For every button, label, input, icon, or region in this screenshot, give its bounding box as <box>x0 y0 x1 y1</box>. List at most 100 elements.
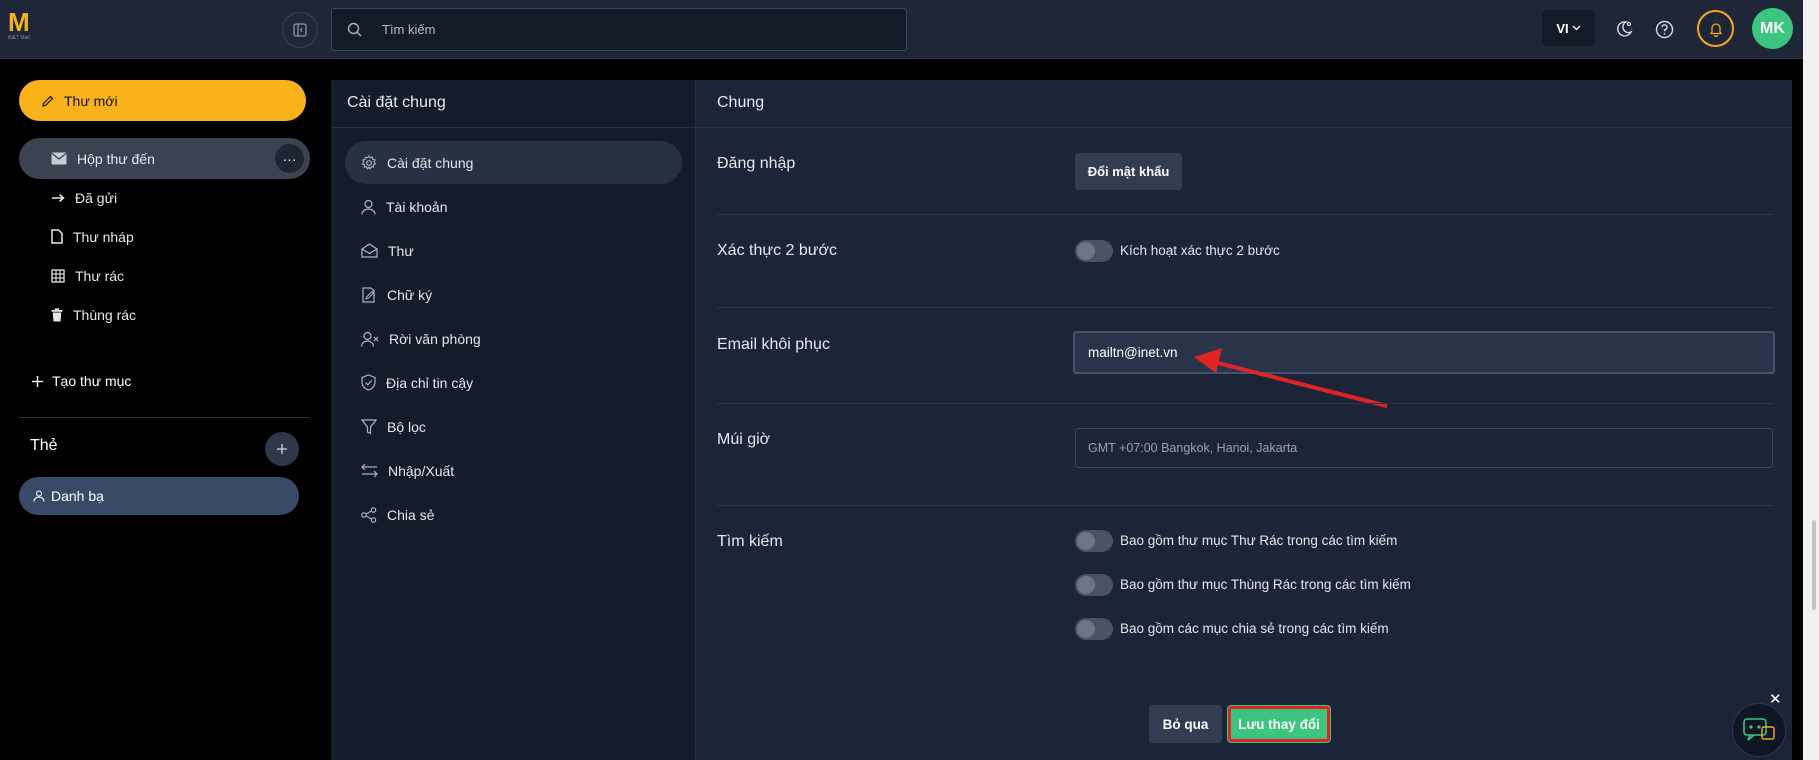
two-factor-toggle-label: Kích hoạt xác thực 2 bước <box>1120 243 1280 258</box>
login-label: Đăng nhập <box>717 155 796 172</box>
nav-item-label: Thư nháp <box>73 228 134 245</box>
row-divider <box>717 505 1773 506</box>
recovery-email-input[interactable] <box>1073 331 1775 374</box>
logo-subtext: iNET Mail <box>8 35 30 41</box>
user-icon <box>361 199 376 215</box>
app-logo[interactable]: M iNET Mail <box>8 9 38 43</box>
change-password-button[interactable]: Đổi mật khẩu <box>1075 153 1182 190</box>
timezone-label: Múi giờ <box>717 431 771 448</box>
search-trash-toggle-label: Bao gồm thư mục Thùng Rác trong các tìm … <box>1120 577 1411 592</box>
sidebar-divider <box>19 417 310 418</box>
trash-icon <box>51 307 63 321</box>
chat-support-button[interactable] <box>1732 703 1786 757</box>
main-header-divider <box>696 127 1792 128</box>
settings-item-signature[interactable]: Chữ ký <box>345 273 682 316</box>
settings-item-sharing[interactable]: Chia sẻ <box>345 493 682 536</box>
gear-icon <box>361 154 377 170</box>
nav-item-trash[interactable]: Thùng rác <box>19 294 310 335</box>
shield-icon <box>361 374 376 391</box>
help-button[interactable] <box>1649 14 1679 44</box>
add-tag-button[interactable] <box>265 432 299 466</box>
settings-item-out-of-office[interactable]: Rời văn phòng <box>345 317 682 360</box>
nav-item-inbox[interactable]: Hộp thư đến ··· <box>19 138 310 179</box>
pencil-icon <box>42 95 54 107</box>
bell-icon <box>1709 22 1722 37</box>
settings-item-label: Địa chỉ tin cậy <box>386 374 474 391</box>
compose-label: Thư mới <box>64 92 118 109</box>
document-icon <box>51 229 63 244</box>
page-scrollbar[interactable] <box>1803 0 1819 760</box>
search-box <box>331 8 907 51</box>
settings-item-label: Chữ ký <box>387 286 433 303</box>
create-folder-label: Tạo thư mục <box>52 373 132 389</box>
row-divider <box>717 214 1773 215</box>
tag-item-label: Danh bạ <box>51 488 104 504</box>
signature-icon <box>362 286 375 303</box>
cancel-button[interactable]: Bỏ qua <box>1149 705 1222 743</box>
settings-item-label: Nhập/Xuất <box>388 462 455 479</box>
row-divider <box>717 307 1773 308</box>
inbox-more-button[interactable]: ··· <box>275 144 304 173</box>
settings-item-label: Chia sẻ <box>387 506 435 523</box>
search-shared-toggle[interactable] <box>1075 618 1113 640</box>
nav-item-drafts[interactable]: Thư nháp <box>19 216 310 257</box>
settings-item-label: Thư <box>388 242 414 259</box>
mail-icon <box>51 152 67 165</box>
settings-item-import-export[interactable]: Nhập/Xuất <box>345 449 682 492</box>
settings-item-mail[interactable]: Thư <box>345 229 682 272</box>
settings-nav-title: Cài đặt chung <box>347 94 446 111</box>
language-selector[interactable]: VI <box>1542 10 1595 46</box>
sidebar-toggle-icon <box>293 23 307 37</box>
settings-item-filters[interactable]: Bộ lọc <box>345 405 682 448</box>
arrow-right-icon <box>52 193 65 202</box>
settings-item-label: Tài khoản <box>386 198 448 215</box>
settings-item-label: Cài đặt chung <box>387 154 474 171</box>
settings-item-trusted-addresses[interactable]: Địa chỉ tin cậy <box>345 361 682 404</box>
create-folder-button[interactable]: Tạo thư mục <box>32 373 131 389</box>
search-trash-toggle[interactable] <box>1075 574 1113 596</box>
logo-mark: M <box>8 7 30 37</box>
filter-icon <box>361 418 377 434</box>
timezone-value: GMT +07:00 Bangkok, Hanoi, Jakarta <box>1088 441 1298 455</box>
user-icon <box>33 490 45 502</box>
notifications-button[interactable] <box>1697 10 1734 47</box>
scrollbar-thumb[interactable] <box>1812 520 1816 610</box>
sidebar-toggle-button[interactable] <box>282 12 318 48</box>
nav-item-label: Thùng rác <box>73 306 137 323</box>
plus-icon <box>32 375 43 387</box>
chevron-down-icon <box>1572 25 1581 31</box>
chat-bot-icon <box>1743 718 1775 741</box>
row-divider <box>717 403 1773 404</box>
nav-item-spam[interactable]: Thư rác <box>19 255 310 296</box>
help-icon <box>1655 20 1673 38</box>
two-factor-toggle[interactable] <box>1075 240 1113 262</box>
timezone-select[interactable]: GMT +07:00 Bangkok, Hanoi, Jakarta <box>1075 428 1773 468</box>
settings-item-account[interactable]: Tài khoản <box>345 185 682 228</box>
language-label: VI <box>1556 20 1569 36</box>
mail-open-icon <box>361 243 378 258</box>
nav-item-label: Hộp thư đến <box>77 150 155 167</box>
page-title: Chung <box>717 94 765 111</box>
search-settings-label: Tìm kiếm <box>717 533 783 550</box>
user-avatar[interactable]: MK <box>1752 8 1793 49</box>
tag-item-contacts[interactable]: Danh bạ <box>19 477 299 515</box>
more-icon: ··· <box>282 150 297 167</box>
tags-title: Thẻ <box>30 437 58 454</box>
plus-icon <box>277 444 287 454</box>
settings-item-label: Bộ lọc <box>387 418 426 435</box>
compose-button[interactable]: Thư mới <box>19 80 306 121</box>
search-shared-toggle-label: Bao gồm các mục chia sẻ trong các tìm ki… <box>1120 621 1389 636</box>
theme-toggle-button[interactable] <box>1609 14 1639 44</box>
save-changes-button[interactable]: Lưu thay đổi <box>1228 706 1330 742</box>
user-x-icon <box>361 331 379 347</box>
search-input[interactable] <box>382 9 882 50</box>
moon-sun-icon <box>1617 21 1633 37</box>
settings-nav-divider <box>331 127 696 128</box>
nav-item-sent[interactable]: Đã gửi <box>19 177 310 218</box>
search-spam-toggle[interactable] <box>1075 530 1113 552</box>
nav-item-label: Thư rác <box>75 267 125 284</box>
nav-item-label: Đã gửi <box>75 189 118 206</box>
search-spam-toggle-label: Bao gồm thư mục Thư Rác trong các tìm ki… <box>1120 533 1398 548</box>
settings-item-general[interactable]: Cài đặt chung <box>345 141 682 184</box>
share-icon <box>361 506 377 523</box>
